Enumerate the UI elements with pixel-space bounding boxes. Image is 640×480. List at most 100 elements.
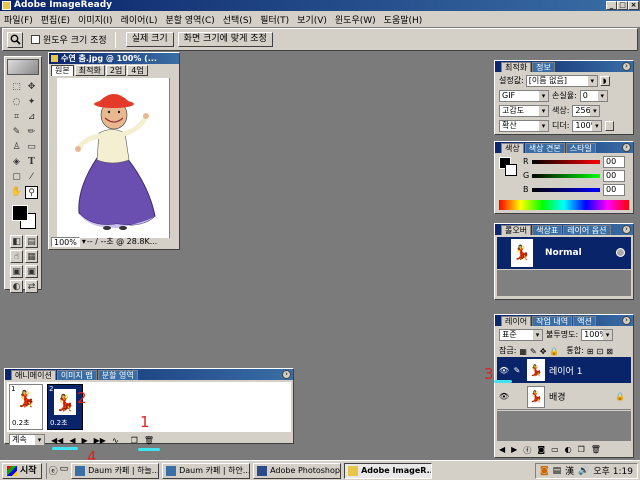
layer-style-icon[interactable]: ⓕ	[523, 445, 531, 456]
menu-layer[interactable]: 레이어(L)	[121, 13, 158, 26]
frame-1-delay[interactable]: 0.2초	[12, 418, 30, 428]
tab-swatches[interactable]: 색상 견본	[524, 143, 565, 153]
minimize-button[interactable]: _	[606, 1, 617, 10]
type-tool-icon[interactable]: T	[25, 156, 38, 169]
duplicate-frame-icon[interactable]: ❐	[131, 436, 138, 445]
layer-set-icon[interactable]: ▭	[551, 445, 559, 456]
layer-next-icon[interactable]: ▶	[511, 445, 517, 456]
desktop-icon[interactable]: ▭	[60, 464, 69, 477]
tab-color-table[interactable]: 색상표	[532, 225, 563, 235]
start-button[interactable]: 시작	[2, 462, 42, 479]
tab-rollover[interactable]: 롤오버	[501, 225, 532, 235]
red-slider[interactable]	[532, 160, 600, 164]
tray-icon-2[interactable]: ▤	[553, 466, 562, 476]
zoom-tool-icon[interactable]: ⚲	[25, 186, 38, 199]
tray-icon-1[interactable]: ◙	[540, 466, 549, 476]
color-ramp[interactable]	[499, 200, 629, 210]
blue-slider[interactable]	[532, 188, 600, 192]
tab-styles[interactable]: 스타일	[565, 143, 596, 153]
layer-new-icon[interactable]: ❐	[578, 445, 585, 456]
colors-input[interactable]: 256	[572, 105, 601, 117]
prev-frame-icon[interactable]: ◀	[69, 436, 75, 445]
delete-frame-icon[interactable]: 🗑	[144, 436, 154, 445]
menu-file[interactable]: 파일(F)	[4, 13, 33, 26]
fit-on-screen-button[interactable]: 화면 크기에 맞게 조정	[177, 32, 273, 47]
fullscreen-mode-icon[interactable]: ▣	[25, 265, 38, 278]
foreground-color-swatch-front[interactable]	[12, 205, 28, 221]
background-visibility-icon[interactable]: 👁	[497, 392, 511, 401]
layer-mask-icon[interactable]: ◙	[537, 445, 545, 456]
paint-bucket-tool-icon[interactable]: ◈	[10, 156, 23, 169]
zoom-dropdown-icon[interactable]: ▾	[82, 237, 86, 247]
loop-select[interactable]: 계속	[9, 434, 45, 446]
tab-animation[interactable]: 애니메이션	[11, 370, 56, 380]
ime-indicator[interactable]: 漢	[565, 464, 574, 477]
blend-mode-select[interactable]: 표준	[499, 329, 543, 341]
dither-mask-icon[interactable]	[605, 121, 615, 131]
tab-4up[interactable]: 4업	[127, 65, 148, 76]
settings-select[interactable]: [이름 없음]	[525, 75, 598, 87]
jump-to-photoshop-icon[interactable]: ⇄	[25, 280, 38, 293]
tab-optimized[interactable]: 최적화	[74, 65, 105, 76]
unify-position-icon[interactable]: ⊞	[587, 347, 594, 356]
tab-history[interactable]: 작업 내역	[532, 316, 573, 326]
ie-icon[interactable]: ⓔ	[49, 464, 58, 477]
eyedropper-tool-icon[interactable]: ⁄	[25, 171, 38, 184]
taskbar-button-daum-2[interactable]: Daum 카페 | 하얀...	[162, 462, 251, 479]
menu-image[interactable]: 이미지(I)	[78, 13, 113, 26]
reduction-select[interactable]: 고감도	[499, 105, 549, 117]
tween-icon[interactable]: ∿	[112, 436, 119, 445]
hand-tool-icon[interactable]: ✋	[10, 186, 23, 199]
play-icon[interactable]: ▶	[81, 436, 87, 445]
quickmask-icon[interactable]: ◧	[10, 235, 23, 248]
layer-delete-icon[interactable]: 🗑	[591, 445, 601, 456]
zoom-level[interactable]: 100%	[51, 237, 80, 247]
menu-filter[interactable]: 필터(T)	[260, 13, 289, 26]
volume-icon[interactable]: 🔊	[578, 466, 589, 476]
tab-original[interactable]: 원본	[51, 65, 74, 76]
layer1-visibility-icon[interactable]: 👁	[497, 366, 511, 375]
tab-layer-options[interactable]: 레이어 옵션	[563, 225, 611, 235]
menu-slices[interactable]: 분할 영역(C)	[165, 13, 214, 26]
preview-browser-icon[interactable]: ◐	[10, 280, 23, 293]
image-canvas[interactable]	[57, 78, 177, 238]
blue-input[interactable]: 00	[603, 184, 625, 196]
lossy-input[interactable]: 0	[579, 90, 608, 102]
first-frame-icon[interactable]: ◀◀	[51, 436, 63, 445]
palette-menu-icon[interactable]: ›	[622, 316, 631, 325]
close-button[interactable]: ×	[628, 1, 639, 10]
lock-all-icon[interactable]: 🔒	[549, 347, 559, 356]
rollover-preview-icon[interactable]: ☝	[10, 250, 23, 263]
eraser-tool-icon[interactable]: ▭	[25, 141, 38, 154]
resize-window-checkbox[interactable]	[31, 35, 40, 44]
magic-wand-tool-icon[interactable]: ✦	[25, 96, 38, 109]
palette-menu-icon[interactable]: ›	[282, 370, 291, 379]
menu-window[interactable]: 윈도우(W)	[335, 13, 376, 26]
unify-style-icon[interactable]: ⊠	[606, 347, 613, 356]
lock-transparency-icon[interactable]: ▦	[519, 347, 527, 356]
image-map-icon[interactable]: ▤	[25, 235, 38, 248]
tab-optimize[interactable]: 최적화	[501, 62, 532, 72]
layer-prev-icon[interactable]: ◀	[499, 445, 505, 456]
actual-size-button[interactable]: 실제 크기	[125, 32, 174, 47]
menu-view[interactable]: 보기(V)	[297, 13, 327, 26]
settings-save-icon[interactable]: ◗	[599, 76, 610, 86]
layer-adjust-icon[interactable]: ◐	[565, 445, 572, 456]
pencil-tool-icon[interactable]: ✏	[25, 126, 38, 139]
palette-menu-icon[interactable]: ›	[622, 225, 631, 234]
lock-move-icon[interactable]: ✥	[540, 347, 547, 356]
frame-1[interactable]: 1 💃 0.2초	[9, 384, 43, 430]
layer-row-background[interactable]: 👁 💃 배경 🔒	[497, 384, 631, 410]
lasso-tool-icon[interactable]: ◌	[10, 96, 23, 109]
layer1-brush-icon[interactable]: ✎	[511, 366, 523, 375]
layer-row-layer1[interactable]: 👁 ✎ 💃 레이어 1	[497, 357, 631, 383]
menu-edit[interactable]: 편집(E)	[41, 13, 70, 26]
background-color-icon[interactable]	[505, 164, 517, 176]
unify-visibility-icon[interactable]: ⊡	[596, 347, 603, 356]
maximize-button[interactable]: □	[617, 1, 628, 10]
menu-select[interactable]: 선택(S)	[223, 13, 252, 26]
dither-select[interactable]: 확산	[499, 120, 549, 132]
palette-menu-icon[interactable]: ›	[622, 62, 631, 71]
screen-mode-icon[interactable]: ▣	[10, 265, 23, 278]
green-slider[interactable]	[532, 174, 600, 178]
